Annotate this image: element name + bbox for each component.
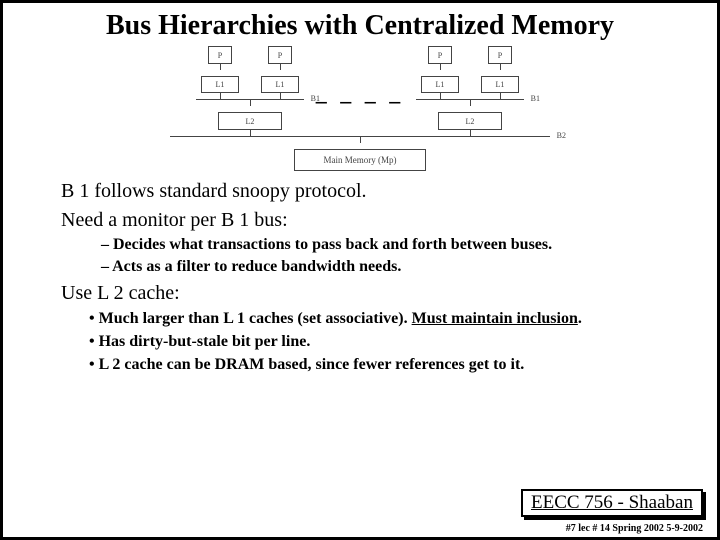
b1-bus-line: B1: [196, 99, 304, 100]
bullet-level2: Decides what transactions to pass back a…: [101, 235, 697, 255]
processor-box: P: [268, 46, 292, 64]
l1-cache-box: L1: [421, 76, 459, 93]
slide-title: Bus Hierarchies with Centralized Memory: [23, 10, 697, 42]
b2-bus-label: B2: [557, 131, 566, 140]
processor-box: P: [428, 46, 452, 64]
slide-meta: #7 lec # 14 Spring 2002 5-9-2002: [566, 523, 703, 534]
hierarchy-diagram: P L1 P L1 B1 L2: [150, 46, 570, 171]
b2-bus-line: B2: [170, 136, 550, 137]
b1-bus-label: B1: [531, 94, 540, 103]
processor-box: P: [488, 46, 512, 64]
b1-bus-line: B1: [416, 99, 524, 100]
bullet-level2: Acts as a filter to reduce bandwidth nee…: [101, 257, 697, 277]
bullet-level2: L 2 cache can be DRAM based, since fewer…: [89, 355, 697, 375]
main-memory-box: Main Memory (Mp): [294, 149, 426, 171]
l1-cache-box: L1: [481, 76, 519, 93]
bullet-level1: Use L 2 cache:: [61, 281, 697, 306]
course-footer-box: EECC 756 - Shaaban: [521, 489, 703, 517]
processor-box: P: [208, 46, 232, 64]
underlined-text: Must maintain inclusion: [412, 310, 578, 327]
bullet-level2: Much larger than L 1 caches (set associa…: [89, 309, 697, 329]
ellipsis-icon: – – – –: [316, 88, 405, 114]
slide: Bus Hierarchies with Centralized Memory …: [0, 0, 720, 540]
bullet-level2: Has dirty-but-stale bit per line.: [89, 332, 697, 352]
text: Much larger than L 1 caches (set associa…: [99, 310, 412, 327]
bullet-level1: B 1 follows standard snoopy protocol.: [61, 179, 697, 204]
l1-cache-box: L1: [261, 76, 299, 93]
l1-cache-box: L1: [201, 76, 239, 93]
slide-body: B 1 follows standard snoopy protocol. Ne…: [23, 179, 697, 375]
bullet-level1: Need a monitor per B 1 bus:: [61, 208, 697, 233]
l2-cache-box: L2: [438, 112, 502, 130]
l2-cache-box: L2: [218, 112, 282, 130]
